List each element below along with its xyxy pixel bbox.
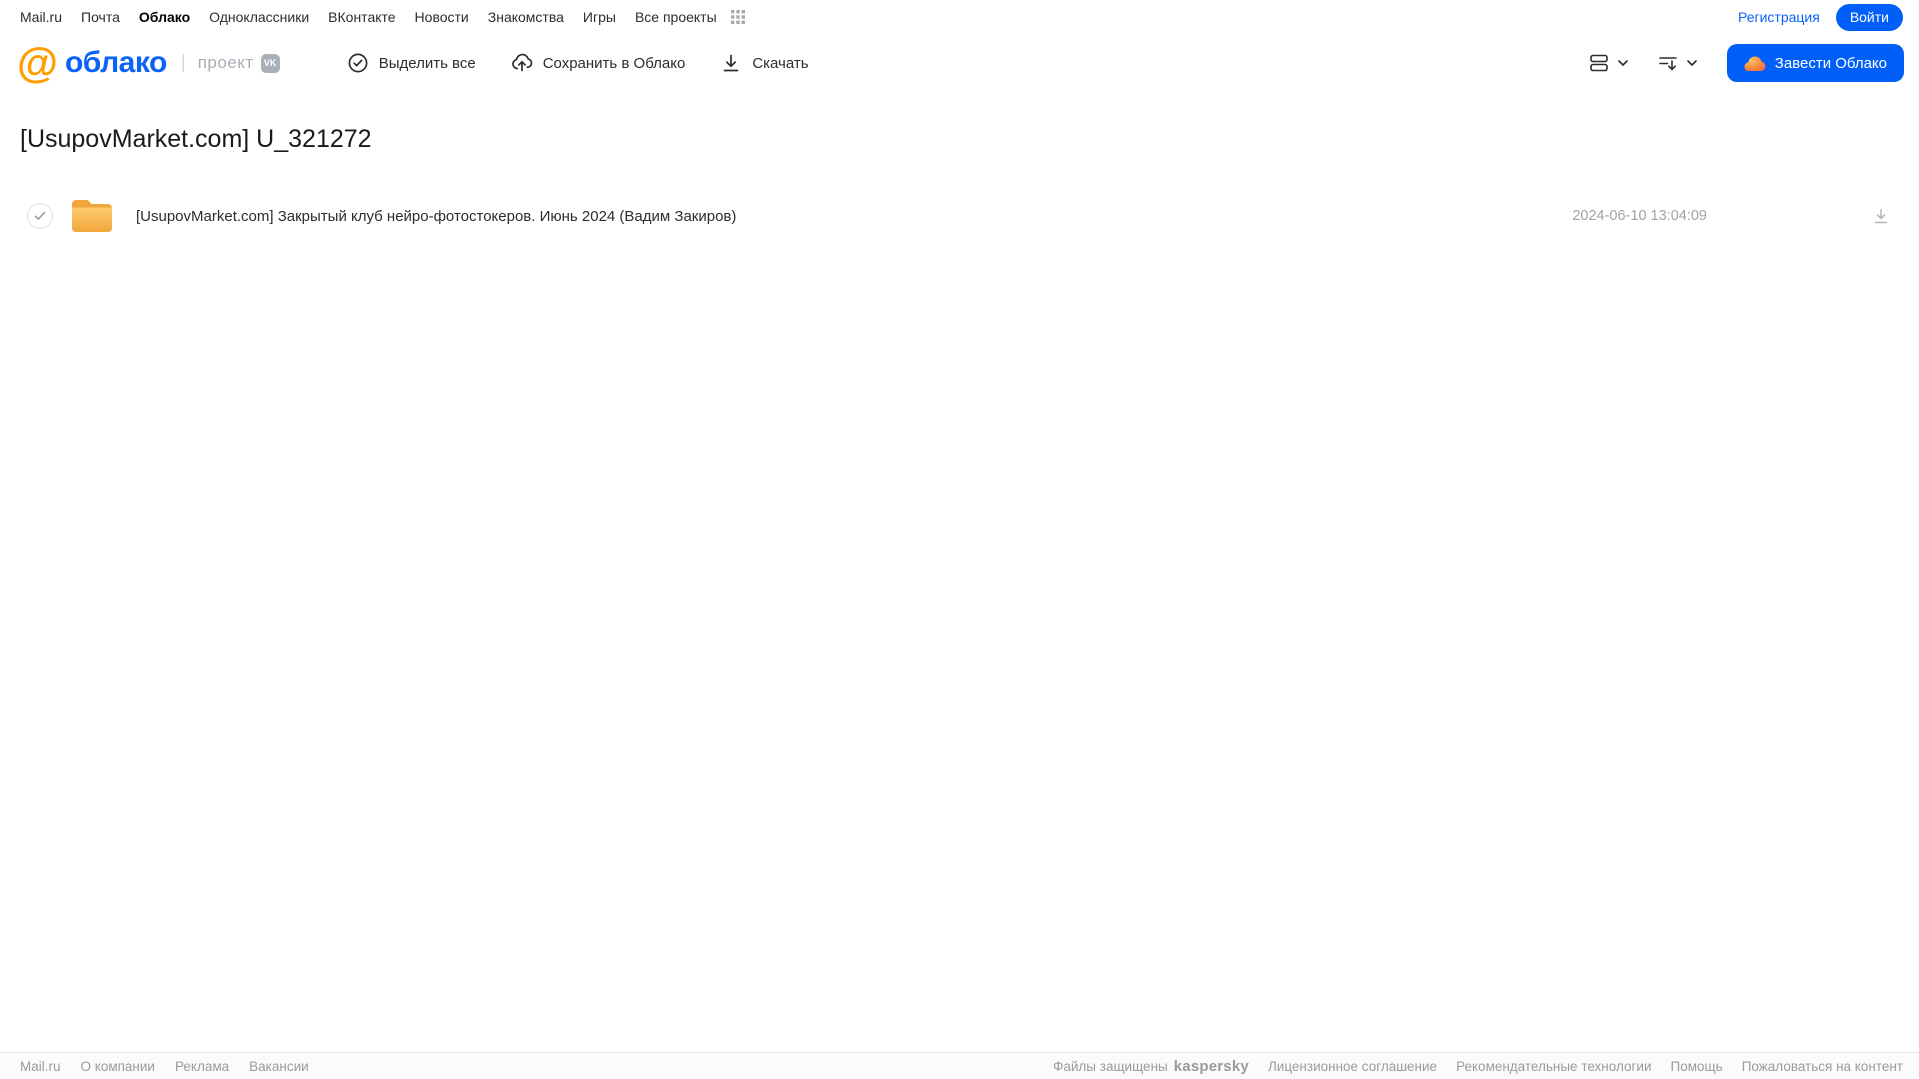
file-name-link[interactable]: [UsupovMarket.com] Закрытый клуб нейро-ф… xyxy=(136,208,736,225)
download-label: Скачать xyxy=(752,54,809,72)
nav-mailru[interactable]: Mail.ru xyxy=(20,9,62,25)
project-label: проект xyxy=(197,53,254,72)
sort-icon xyxy=(1656,51,1680,75)
select-all-button[interactable]: Выделить все xyxy=(346,51,476,75)
chevron-down-icon xyxy=(1616,56,1630,70)
select-all-label: Выделить все xyxy=(378,54,476,72)
cloud-upload-icon xyxy=(510,51,534,75)
file-row[interactable]: [UsupovMarket.com] Закрытый клуб нейро-ф… xyxy=(0,194,1919,238)
nav-igry[interactable]: Игры xyxy=(583,9,616,25)
footer-ads-link[interactable]: Реклама xyxy=(175,1059,229,1074)
login-button[interactable]: Войти xyxy=(1835,3,1903,31)
header-right-controls: Завести Облако xyxy=(1583,44,1904,82)
file-date: 2024-06-10 13:04:09 xyxy=(1572,208,1707,224)
chevron-down-icon xyxy=(1685,56,1699,70)
nav-oblako[interactable]: Облако xyxy=(139,9,190,25)
vk-badge-icon: VK xyxy=(260,53,280,73)
cloud-logo-icon xyxy=(1744,55,1766,72)
toolbar: Выделить все Сохранить в Облако Скачать xyxy=(346,51,809,75)
row-download-button[interactable] xyxy=(1871,206,1891,226)
save-to-cloud-button[interactable]: Сохранить в Облако xyxy=(510,51,686,75)
view-mode-selector[interactable] xyxy=(1583,47,1634,79)
protected-label: Файлы защищены xyxy=(1053,1058,1168,1074)
nav-vse-proekty[interactable]: Все проекты xyxy=(635,9,717,25)
save-to-cloud-label: Сохранить в Облако xyxy=(542,54,686,72)
main-content: [UsupovMarket.com] U_321272 [UsupovMarke… xyxy=(0,92,1919,238)
footer-mailru-link[interactable]: Mail.ru xyxy=(20,1059,61,1074)
kaspersky-protection: Файлы защищены kaspersky xyxy=(1053,1058,1249,1075)
nav-pochta[interactable]: Почта xyxy=(81,9,120,25)
logo-wordmark: облако xyxy=(64,46,167,79)
apps-grid-icon[interactable] xyxy=(730,9,746,25)
kaspersky-logo[interactable]: kaspersky xyxy=(1174,1058,1249,1075)
list-view-icon xyxy=(1587,51,1611,75)
cloud-logo[interactable]: @ облако | проект VK xyxy=(17,39,280,86)
footer-license-link[interactable]: Лицензионное соглашение xyxy=(1268,1059,1437,1074)
header: @ облако | проект VK Выделить все Сохран… xyxy=(0,34,1919,92)
sort-selector[interactable] xyxy=(1652,47,1703,79)
nav-vkontakte[interactable]: ВКонтакте xyxy=(328,9,395,25)
register-link[interactable]: Регистрация xyxy=(1738,9,1820,25)
footer-left-links: Mail.ru О компании Реклама Вакансии xyxy=(20,1059,309,1074)
folder-icon xyxy=(70,198,114,234)
footer-jobs-link[interactable]: Вакансии xyxy=(249,1059,309,1074)
nav-znakomstva[interactable]: Знакомства xyxy=(488,9,564,25)
nav-novosti[interactable]: Новости xyxy=(415,9,469,25)
nav-odnoklassniki[interactable]: Одноклассники xyxy=(209,9,309,25)
footer: Mail.ru О компании Реклама Вакансии Файл… xyxy=(0,1052,1919,1079)
mailru-at-icon: @ xyxy=(17,39,58,86)
page-title: [UsupovMarket.com] U_321272 xyxy=(20,125,372,153)
footer-right-links: Файлы защищены kaspersky Лицензионное со… xyxy=(1053,1058,1903,1075)
row-checkbox[interactable] xyxy=(27,203,53,229)
footer-help-link[interactable]: Помощь xyxy=(1671,1059,1723,1074)
create-cloud-label: Завести Облако xyxy=(1774,54,1887,72)
footer-about-link[interactable]: О компании xyxy=(81,1059,155,1074)
check-circle-icon xyxy=(346,51,370,75)
footer-recommendations-link[interactable]: Рекомендательные технологии xyxy=(1456,1059,1651,1074)
download-icon xyxy=(719,51,743,75)
create-cloud-button[interactable]: Завести Облако xyxy=(1726,44,1904,82)
footer-report-link[interactable]: Пожаловаться на контент xyxy=(1742,1059,1903,1074)
download-button[interactable]: Скачать xyxy=(719,51,809,75)
logo-divider: | xyxy=(180,52,186,73)
top-nav: Mail.ru Почта Облако Одноклассники ВКонт… xyxy=(0,0,1919,34)
